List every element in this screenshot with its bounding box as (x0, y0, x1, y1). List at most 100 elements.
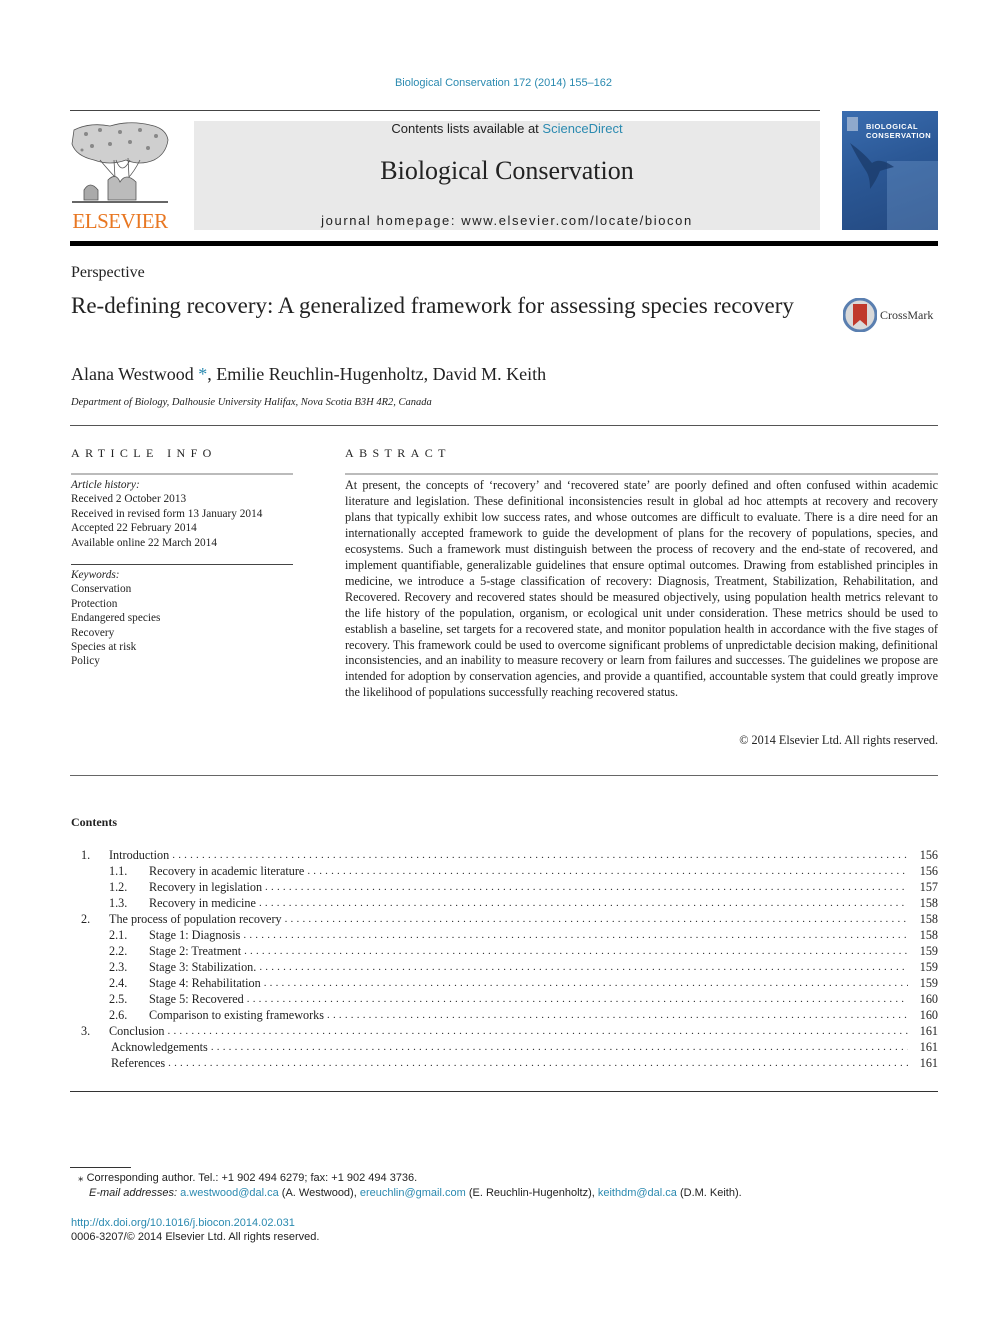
toc-entry-label[interactable]: The process of population recovery (109, 911, 285, 927)
toc-entry[interactable]: 2.1. Stage 1: Diagnosis..................… (71, 927, 938, 943)
author-separator: , (207, 364, 217, 384)
author-separator: , (423, 364, 433, 384)
toc-entry-label[interactable]: Recovery in legislation (149, 879, 266, 895)
toc-entry-number: 2.6. (109, 1008, 128, 1022)
author-name[interactable]: David M. Keith (433, 364, 546, 384)
toc-entry[interactable]: 1.1. Recovery in academic literature.....… (71, 863, 938, 879)
toc-entry[interactable]: 1.3. Recovery in medicine................… (71, 895, 938, 911)
corresponding-author-text: Corresponding author. Tel.: +1 902 494 6… (86, 1172, 418, 1184)
toc-entry[interactable]: 3. Conclusion............................… (71, 1023, 938, 1039)
toc-entry-label[interactable]: Stage 3: Stabilization. (149, 959, 260, 975)
toc-entry-label[interactable]: Recovery in medicine (149, 895, 259, 911)
article-type: Perspective (71, 264, 145, 281)
toc-entry-label[interactable]: Comparison to existing frameworks (149, 1007, 327, 1023)
journal-cover[interactable]: BIOLOGICAL CONSERVATION (842, 111, 938, 230)
journal-header: Contents lists available at ScienceDirec… (194, 121, 820, 230)
keywords-divider (71, 564, 293, 565)
toc-entry-number: 2.5. (109, 992, 128, 1006)
toc-entry-line: Recovery in medicine....................… (149, 895, 938, 911)
toc-entry-label[interactable]: Stage 4: Rehabilitation (149, 975, 264, 991)
toc-leader-dots: ........................................… (167, 1025, 908, 1037)
footnote-divider (70, 1167, 131, 1168)
crossmark-icon (843, 298, 877, 332)
header-thick-divider (70, 241, 938, 246)
toc-entry-page: 161 (919, 1056, 938, 1070)
history-item: Received 2 October 2013 (71, 493, 187, 506)
article-info-divider (71, 473, 293, 475)
doi-link[interactable]: http://dx.doi.org/10.1016/j.biocon.2014.… (71, 1217, 295, 1229)
toc-entry-line: Stage 2: Treatment......................… (149, 943, 938, 959)
toc-leader-dots: ........................................… (284, 913, 908, 925)
toc-entry-label[interactable]: Acknowledgements (111, 1039, 211, 1055)
history-item: Available online 22 March 2014 (71, 536, 217, 549)
journal-citation[interactable]: Biological Conservation 172 (2014) 155–1… (0, 77, 992, 89)
toc-leader-dots: ........................................… (258, 897, 908, 909)
toc-entry[interactable]: 2.6. Comparison to existing frameworks...… (71, 1007, 938, 1023)
toc-entry-page: 159 (919, 944, 938, 958)
keyword: Recovery (71, 626, 115, 639)
toc-entry-label[interactable]: Conclusion (109, 1023, 168, 1039)
elsevier-wordmark: ELSEVIER (72, 209, 168, 233)
author-name[interactable]: Alana Westwood (71, 364, 194, 384)
elsevier-logo[interactable]: ELSEVIER (70, 120, 170, 233)
toc-entry-number: 2. (81, 912, 91, 926)
article-history: Article history: Received 2 October 2013… (71, 478, 262, 550)
toc-entry-number: 1.3. (109, 896, 128, 910)
top-divider (70, 110, 820, 111)
toc-entry[interactable]: 1. Introduction..........................… (71, 847, 938, 863)
journal-homepage[interactable]: journal homepage: www.elsevier.com/locat… (194, 213, 820, 228)
toc-leader-dots: ........................................… (259, 961, 908, 973)
keywords: Keywords: Conservation Protection Endang… (71, 568, 160, 669)
toc-entry-label[interactable]: Introduction (109, 847, 173, 863)
keyword: Protection (71, 597, 118, 610)
toc-entry-label[interactable]: Recovery in academic literature (149, 863, 308, 879)
toc-entry-page: 158 (919, 928, 938, 942)
toc-entry-page: 158 (919, 896, 938, 910)
toc-entry-line: Introduction............................… (109, 847, 938, 863)
toc-entry-label[interactable]: Stage 5: Recovered (149, 991, 247, 1007)
history-item: Received in revised form 13 January 2014 (71, 507, 263, 520)
toc-entry-label[interactable]: References (111, 1055, 169, 1071)
email-link[interactable]: keithdm@dal.ca (598, 1187, 677, 1199)
toc-entry-label[interactable]: Stage 2: Treatment (149, 943, 245, 959)
affiliation: Department of Biology, Dalhousie Univers… (71, 397, 432, 408)
toc-entry[interactable]: 2.2. Stage 2: Treatment..................… (71, 943, 938, 959)
toc-entry-page: 158 (919, 912, 938, 926)
toc-entry[interactable]: 2.3. Stage 3: Stabilization..............… (71, 959, 938, 975)
toc-entry[interactable]: 2.4. Stage 4: Rehabilitation.............… (71, 975, 938, 991)
toc-entry[interactable]: References..............................… (71, 1055, 938, 1071)
author-name[interactable]: Emilie Reuchlin-Hugenholtz (216, 364, 423, 384)
email-label: E-mail addresses: (89, 1187, 178, 1199)
toc-leader-dots: ........................................… (327, 1009, 908, 1021)
toc-entry[interactable]: Acknowledgements........................… (71, 1039, 938, 1055)
toc-leader-dots: ........................................… (172, 849, 908, 861)
toc-entry-line: References..............................… (111, 1055, 938, 1071)
toc-entry-number: 2.2. (109, 944, 128, 958)
divider (70, 1091, 938, 1092)
toc-entry-number: 2.3. (109, 960, 128, 974)
toc-entry-number: 1. (81, 848, 91, 862)
email-owner: (D.M. Keith). (679, 1187, 742, 1199)
keyword: Policy (71, 655, 100, 668)
toc-leader-dots: ........................................… (210, 1041, 908, 1053)
citation-link[interactable]: Biological Conservation 172 (2014) 155–1… (395, 77, 612, 89)
issn-copyright: 0006-3207/© 2014 Elsevier Ltd. All right… (71, 1231, 320, 1243)
toc-entry-page: 159 (919, 960, 938, 974)
email-link[interactable]: a.westwood@dal.ca (180, 1187, 279, 1199)
toc-entry[interactable]: 2.5. Stage 5: Recovered..................… (71, 991, 938, 1007)
author-list: Alana Westwood *, Emilie Reuchlin-Hugenh… (71, 364, 546, 385)
toc-entry[interactable]: 1.2. Recovery in legislation.............… (71, 879, 938, 895)
email-footnote: E-mail addresses: a.westwood@dal.ca (A. … (89, 1187, 742, 1199)
toc-leader-dots: ........................................… (307, 865, 908, 877)
toc-entry-number: 2.4. (109, 976, 128, 990)
toc-entry-page: 161 (919, 1024, 938, 1038)
corresponding-author-mark[interactable]: * (198, 364, 207, 384)
crossmark-button[interactable]: CrossMark (843, 298, 933, 332)
article-title: Re-defining recovery: A generalized fram… (71, 293, 794, 318)
email-link[interactable]: ereuchlin@gmail.com (360, 1187, 466, 1199)
toc-entry[interactable]: 2. The process of population recovery....… (71, 911, 938, 927)
toc-entry-label[interactable]: Stage 1: Diagnosis (149, 927, 244, 943)
sciencedirect-link[interactable]: ScienceDirect (542, 121, 622, 136)
toc-entry-number: 3. (81, 1024, 91, 1038)
keyword: Endangered species (71, 612, 161, 625)
